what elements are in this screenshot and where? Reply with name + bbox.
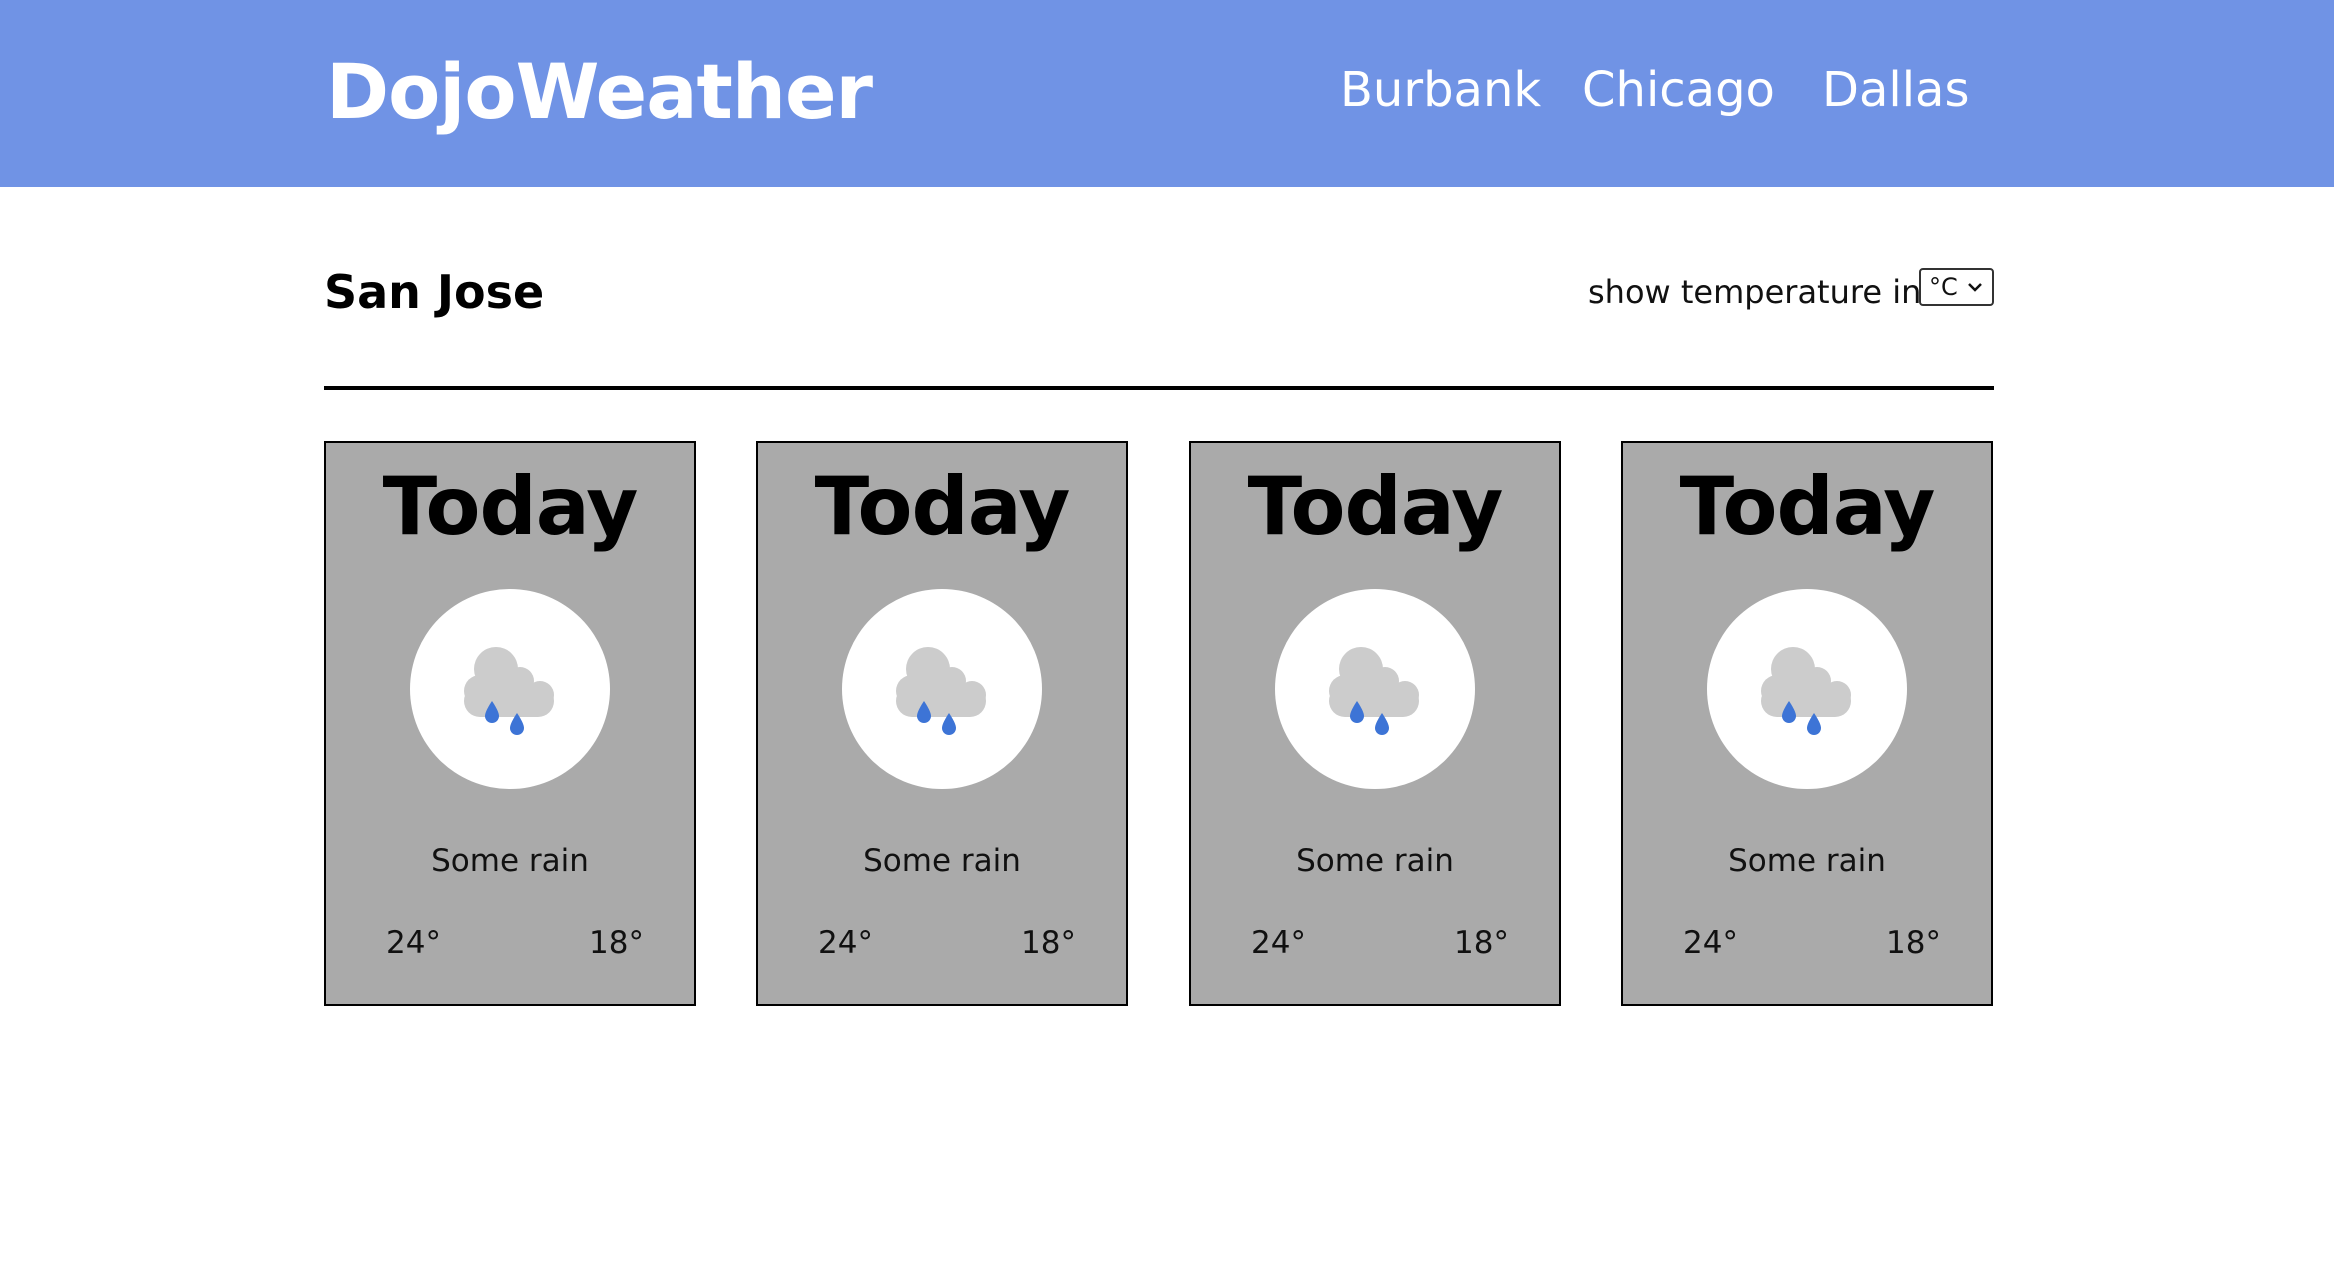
rain-cloud-icon [896, 647, 986, 735]
forecast-high-temp: 24° [818, 925, 873, 961]
forecast-high-temp: 24° [386, 925, 441, 961]
city-title: San Jose [324, 265, 545, 319]
forecast-day: Today [1247, 460, 1504, 553]
forecast-low-temp: 18° [1886, 925, 1941, 961]
forecast-card: Today Some rain 24° 18° [1189, 441, 1561, 1006]
forecast-description: Some rain [1728, 843, 1886, 879]
weather-icon-badge [1707, 589, 1907, 789]
rain-cloud-icon [1329, 647, 1419, 735]
rain-cloud-icon [1761, 647, 1851, 735]
forecast-day: Today [1679, 460, 1936, 553]
forecast-description: Some rain [863, 843, 1021, 879]
forecast-low-temp: 18° [1454, 925, 1509, 961]
header-bar: DojoWeather Burbank Chicago Dallas [0, 0, 2334, 187]
forecast-day: Today [382, 460, 639, 553]
forecast-description: Some rain [431, 843, 589, 879]
temperature-unit-select[interactable]: °C [1919, 268, 1994, 306]
unit-select-value: °C [1929, 273, 1958, 301]
chevron-down-icon [1968, 283, 1982, 292]
forecast-high-temp: 24° [1251, 925, 1306, 961]
weather-icon-badge [1275, 589, 1475, 789]
nav-link-dallas[interactable]: Dallas [1822, 58, 1969, 122]
brand-logo[interactable]: DojoWeather [326, 44, 873, 140]
forecast-low-temp: 18° [589, 925, 644, 961]
nav-link-chicago[interactable]: Chicago [1582, 58, 1775, 122]
forecast-high-temp: 24° [1683, 925, 1738, 961]
forecast-description: Some rain [1296, 843, 1454, 879]
nav-link-burbank[interactable]: Burbank [1340, 58, 1541, 122]
forecast-card: Today Some rain 24° 18° [324, 441, 696, 1006]
forecast-card: Today Some rain 24° 18° [1621, 441, 1993, 1006]
weather-icon-badge [842, 589, 1042, 789]
weather-icon-badge [410, 589, 610, 789]
rain-cloud-icon [464, 647, 554, 735]
forecast-card: Today Some rain 24° 18° [756, 441, 1128, 1006]
temperature-unit-label: show temperature in [1588, 273, 1922, 311]
section-divider [324, 386, 1994, 390]
forecast-day: Today [814, 460, 1071, 553]
forecast-low-temp: 18° [1021, 925, 1076, 961]
